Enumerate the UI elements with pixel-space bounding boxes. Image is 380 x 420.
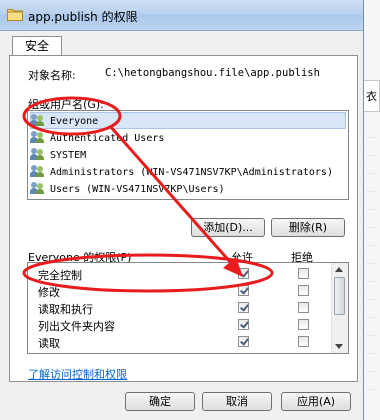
permissions-list: 完全控制 修改 读取和执行 列出文件夹内容 读取 — [27, 262, 349, 354]
remove-button[interactable]: 删除(R) — [271, 218, 345, 237]
object-name-value: C:\hetongbangshou.file\app.publish — [105, 67, 320, 79]
deny-checkbox[interactable] — [298, 319, 309, 330]
title-bar[interactable]: app.publish 的权限 — [0, 0, 363, 31]
allow-checkbox[interactable] — [238, 319, 249, 330]
add-button[interactable]: 添加(D)... — [191, 218, 265, 237]
ok-button[interactable]: 确定 — [125, 392, 195, 411]
scroll-up-arrow-icon[interactable] — [335, 267, 343, 272]
list-item-users[interactable]: Users (WIN-VS471NSV7KP\Users) — [30, 181, 331, 198]
permission-label: 完全控制 — [38, 269, 82, 282]
list-item-system[interactable]: SYSTEM — [30, 147, 331, 164]
permissions-scrollbar[interactable] — [331, 263, 348, 353]
list-item-label: Everyone — [50, 116, 99, 127]
list-item-authenticated-users[interactable]: Authenticated Users — [30, 130, 331, 147]
user-group-icon — [30, 148, 45, 160]
background-list — [366, 120, 376, 400]
deny-checkbox[interactable] — [298, 268, 309, 279]
list-item-everyone[interactable]: Everyone — [30, 112, 346, 129]
user-group-icon — [30, 114, 45, 126]
permission-row-read: 读取 — [28, 334, 333, 351]
permissions-dialog: app.publish 的权限 安全 对象名称: C:\hetongbangsh… — [0, 0, 364, 420]
object-name-label: 对象名称: — [28, 69, 76, 82]
deny-checkbox[interactable] — [298, 302, 309, 313]
permission-row-full-control: 完全控制 — [28, 266, 333, 283]
access-control-help-link[interactable]: 了解访问控制和权限 — [28, 366, 127, 382]
allow-checkbox[interactable] — [238, 285, 249, 296]
permission-label: 列出文件夹内容 — [38, 320, 115, 333]
list-item-label: Administrators (WIN-VS471NSV7KP\Administ… — [50, 167, 333, 178]
permission-label: 读取和执行 — [38, 303, 93, 316]
permission-row-list-folder: 列出文件夹内容 — [28, 317, 333, 334]
user-group-icon — [30, 165, 45, 177]
permission-row-read-execute: 读取和执行 — [28, 300, 333, 317]
user-group-icon — [30, 182, 45, 194]
tab-security[interactable]: 安全 — [12, 36, 62, 57]
deny-checkbox[interactable] — [298, 285, 309, 296]
window-title: app.publish 的权限 — [28, 10, 138, 24]
users-listbox[interactable]: Everyone Authenticated Users SYSTEM Admi… — [27, 110, 349, 200]
folder-icon — [7, 9, 23, 21]
allow-checkbox[interactable] — [238, 336, 249, 347]
permission-row-modify: 修改 — [28, 283, 333, 300]
scroll-thumb[interactable] — [334, 277, 345, 315]
permission-label: 修改 — [38, 286, 60, 299]
background-partial-text: 衣 — [366, 90, 377, 103]
deny-checkbox[interactable] — [298, 336, 309, 347]
list-item-label: Users (WIN-VS471NSV7KP\Users) — [50, 184, 225, 195]
background-window: 衣 — [362, 0, 380, 420]
allow-checkbox[interactable] — [238, 268, 249, 279]
allow-checkbox[interactable] — [238, 302, 249, 313]
scroll-down-arrow-icon[interactable] — [335, 344, 343, 349]
list-item-label: Authenticated Users — [50, 133, 165, 144]
user-group-icon — [30, 131, 45, 143]
list-item-label: SYSTEM — [50, 150, 87, 161]
cancel-button[interactable]: 取消 — [202, 392, 272, 411]
apply-button[interactable]: 应用(A) — [281, 392, 351, 411]
list-item-administrators[interactable]: Administrators (WIN-VS471NSV7KP\Administ… — [30, 164, 333, 181]
permission-label: 读取 — [38, 337, 60, 350]
